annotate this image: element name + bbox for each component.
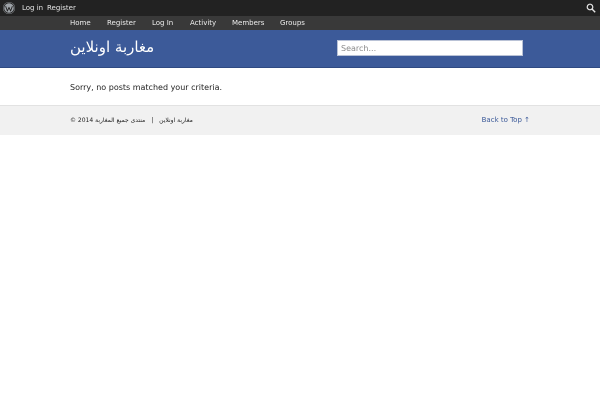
main-nav: Home Register Log In Activity Members Gr… (0, 16, 600, 30)
admin-bar: Log in Register (0, 0, 600, 16)
site-title[interactable]: مغاربة اونلاين (70, 38, 154, 56)
search-input[interactable] (337, 40, 523, 56)
footer-credits: © 2014 منتدى جميع المغاربة | مغاربة اونل… (70, 116, 193, 125)
back-to-top-link[interactable]: Back to Top ↑ (482, 116, 530, 125)
site-header: مغاربة اونلاين (0, 30, 600, 68)
admin-login-link[interactable]: Log in (22, 3, 43, 13)
admin-register-link[interactable]: Register (47, 3, 76, 13)
copyright-text: © 2014 (70, 117, 94, 124)
nav-item-register[interactable]: Register (107, 18, 136, 28)
nav-item-login[interactable]: Log In (152, 18, 173, 28)
footer-separator: | (151, 117, 154, 124)
footer-site-link[interactable]: مغاربة اونلاين (159, 117, 193, 124)
nav-item-groups[interactable]: Groups (280, 18, 305, 28)
main-content: Sorry, no posts matched your criteria. (0, 68, 600, 105)
forum-name: منتدى جميع المغاربة (95, 117, 146, 124)
wordpress-logo-icon[interactable] (3, 2, 15, 14)
site-footer: © 2014 منتدى جميع المغاربة | مغاربة اونل… (0, 105, 600, 135)
nav-item-activity[interactable]: Activity (190, 18, 216, 28)
admin-search-icon[interactable] (586, 3, 596, 13)
no-posts-message: Sorry, no posts matched your criteria. (70, 83, 223, 92)
nav-item-home[interactable]: Home (70, 18, 91, 28)
nav-item-members[interactable]: Members (232, 18, 264, 28)
